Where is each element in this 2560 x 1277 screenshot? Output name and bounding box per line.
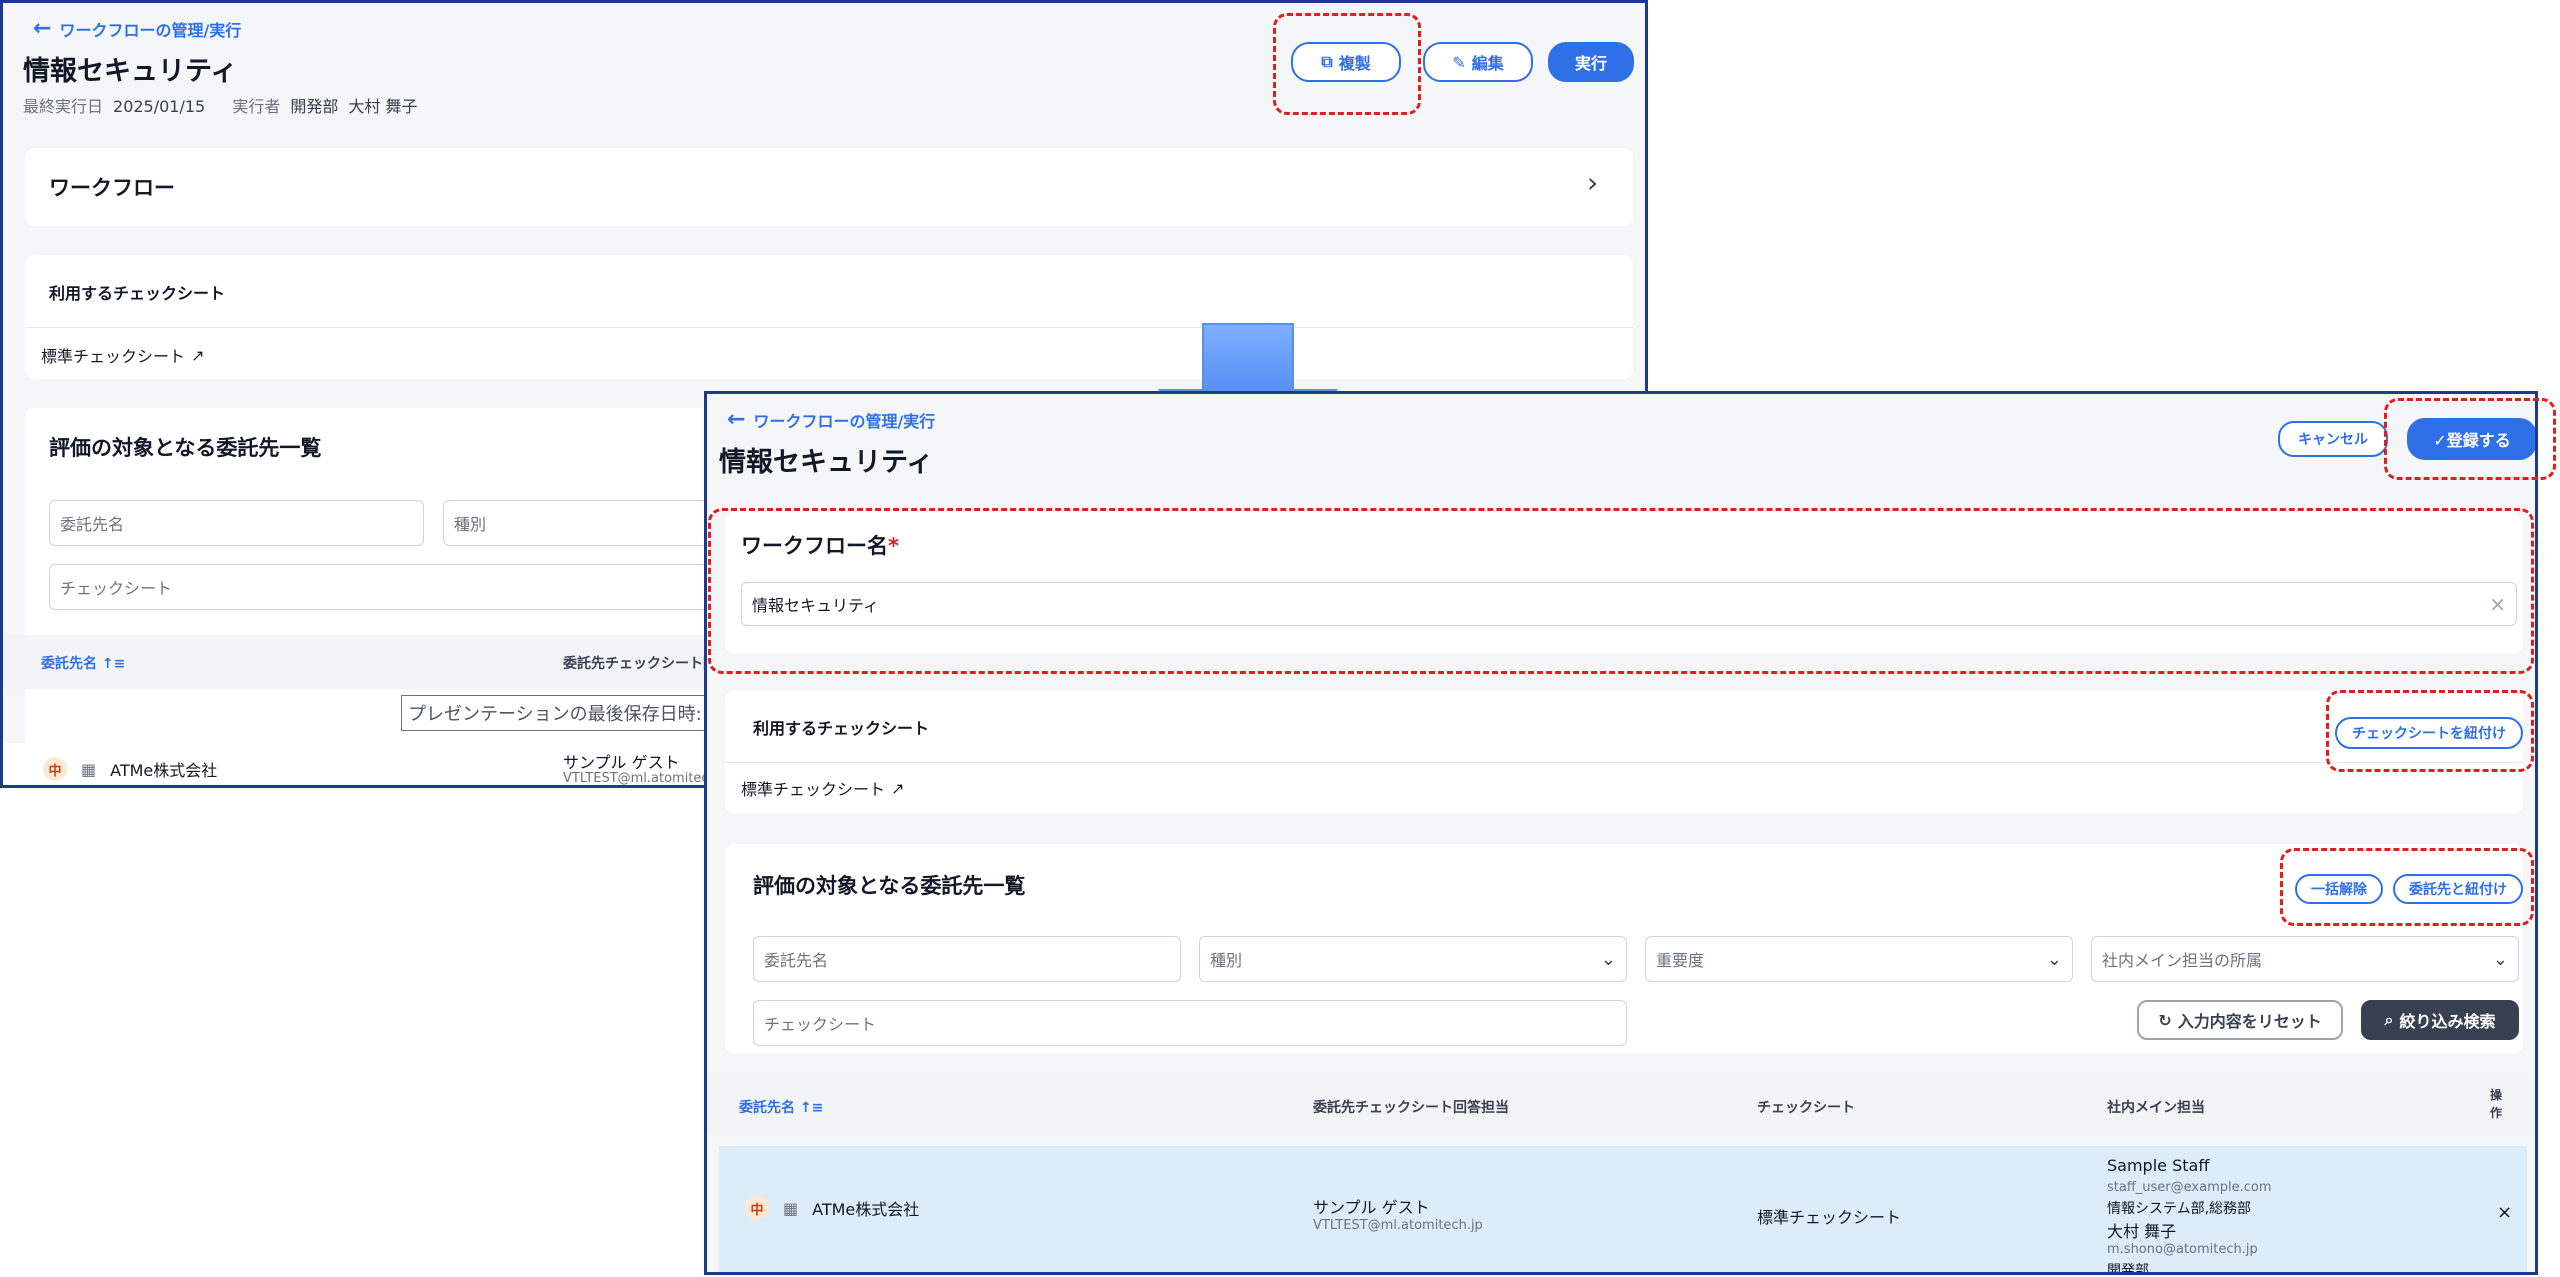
remove-row-icon[interactable]: × [2497, 1202, 2512, 1223]
highlight-vendor-buttons [2280, 848, 2534, 926]
sort-asc-icon: ↑≡ [101, 656, 126, 672]
page-title: 情報セキュリティ [719, 447, 934, 478]
back-link[interactable]: ← ワークフローの管理/実行 [727, 408, 935, 432]
pencil-icon: ✎ [1452, 52, 1466, 72]
table-row[interactable]: 中 ▦ ATMe株式会社 サンプル ゲスト VTLTEST@ml.atomite… [719, 1146, 2527, 1272]
run-button[interactable]: 実行 [1548, 42, 1634, 82]
external-link-icon: ↗ [191, 345, 205, 365]
importance-select[interactable]: 重要度 ⌄ [1645, 936, 2073, 982]
highlight-workflow-name [708, 508, 2534, 674]
page-title: 情報セキュリティ [23, 56, 238, 87]
refresh-icon: ↻ [2158, 1010, 2172, 1030]
highlight-register [2384, 398, 2556, 480]
checksheet-link[interactable]: 標準チェックシート ↗ [41, 343, 204, 367]
edit-button[interactable]: ✎ 編集 [1423, 42, 1533, 82]
highlight-duplicate [1273, 13, 1421, 115]
building-icon: ▦ [783, 1198, 799, 1218]
vendor-name-input[interactable]: 委託先名 [49, 500, 424, 546]
checksheet-filter-input[interactable]: チェックシート [753, 1000, 1627, 1046]
vendor-name-input[interactable]: 委託先名 [753, 936, 1181, 982]
back-link[interactable]: ← ワークフローの管理/実行 [33, 17, 241, 41]
chevron-down-icon: ⌄ [2046, 948, 2062, 970]
workflow-card[interactable]: ワークフロー › [25, 148, 1633, 226]
checksheet-link[interactable]: 標準チェックシート ↗ [741, 776, 904, 800]
checksheet-card: 利用するチェックシート チェックシートを紐付け 標準チェックシート ↗ [725, 690, 2523, 814]
arrow-left-icon: ← [33, 16, 52, 41]
highlight-link-checksheet [2326, 690, 2534, 772]
run-meta: 最終実行日 2025/01/15 実行者 開発部 大村 舞子 [23, 97, 418, 116]
chevron-down-icon: ⌄ [1600, 948, 1616, 970]
priority-badge: 中 [745, 1196, 769, 1220]
table-header: 委託先名 ↑≡ 委託先チェックシート回答担当 チェックシート 社内メイン担当 操… [707, 1078, 2535, 1134]
type-select[interactable]: 種別 ⌄ [1199, 936, 1627, 982]
affiliation-select[interactable]: 社内メイン担当の所属 ⌄ [2091, 936, 2519, 982]
tooltip: プレゼンテーションの最後保存日時: たった [401, 695, 721, 731]
vendor-card: 評価の対象となる委託先一覧 一括解除 委託先と紐付け 委託先名 種別 ⌄ 重要度… [725, 844, 2523, 1054]
chevron-down-icon: ⌄ [2492, 948, 2508, 970]
building-icon: ▦ [81, 759, 97, 779]
th-vendor-name[interactable]: 委託先名 ↑≡ [739, 1097, 823, 1117]
chevron-right-icon: › [1587, 166, 1599, 199]
priority-badge: 中 [43, 757, 67, 781]
cancel-button[interactable]: キャンセル [2278, 421, 2388, 457]
arrow-left-icon: ← [727, 407, 746, 432]
reset-button[interactable]: ↻ 入力内容をリセット [2137, 1000, 2343, 1040]
checksheet-card: 利用するチェックシート 標準チェックシート ↗ [25, 255, 1633, 379]
external-link-icon: ↗ [891, 778, 905, 798]
th-vendor-name[interactable]: 委託先名 ↑≡ [41, 653, 125, 673]
search-button[interactable]: ⌕ 絞り込み検索 [2361, 1000, 2519, 1040]
search-icon: ⌕ [2384, 1010, 2394, 1029]
sort-asc-icon: ↑≡ [799, 1100, 824, 1116]
